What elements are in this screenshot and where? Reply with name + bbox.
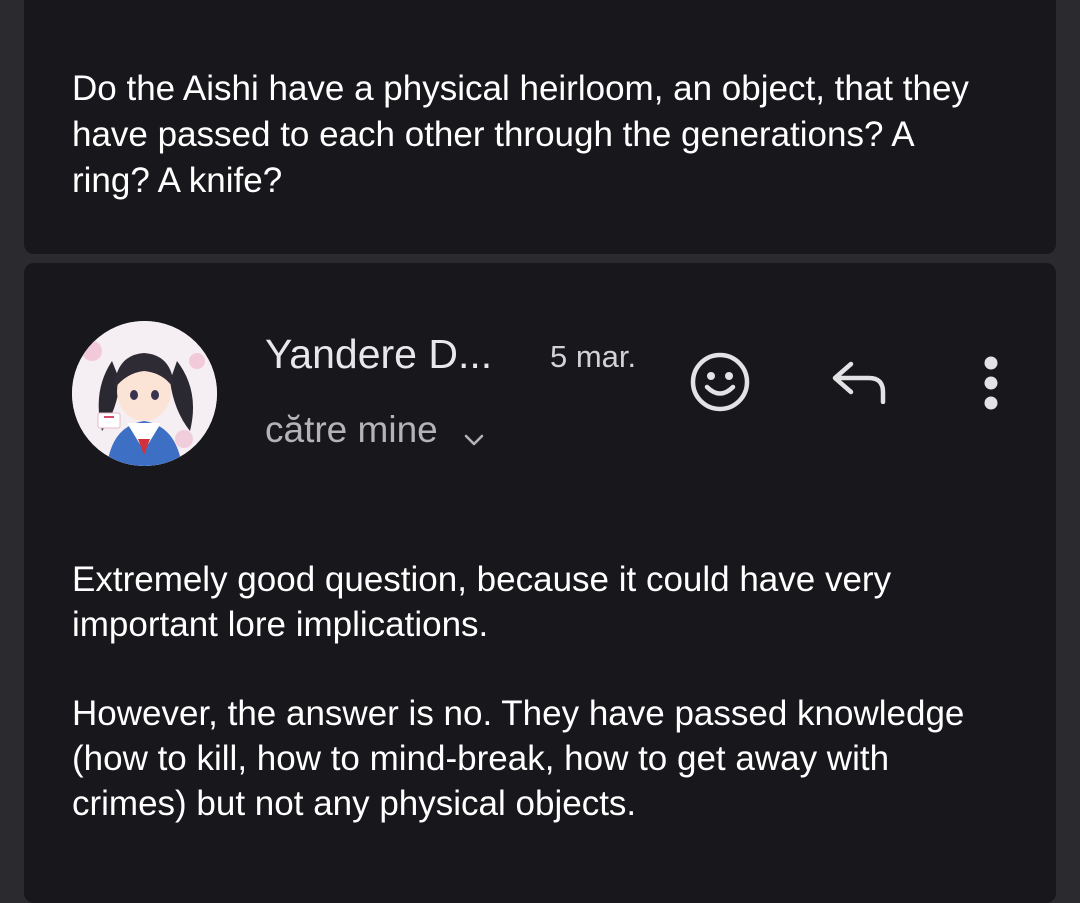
previous-message-card: Do the Aishi have a physical heirloom, a…: [24, 0, 1056, 254]
message-paragraph: Extremely good question, because it coul…: [72, 560, 892, 644]
message-date: 5 mar.: [550, 339, 637, 374]
avatar-image: [72, 321, 217, 466]
message-body: Extremely good question, because it coul…: [72, 557, 996, 870]
reply-message-card: Yandere D... 5 mar. către mine Extremely…: [24, 263, 1056, 903]
recipients-label: către mine: [265, 409, 438, 450]
message-paragraph: However, the answer is no. They have pas…: [72, 694, 965, 823]
sender-name[interactable]: Yandere D...: [265, 329, 492, 379]
chevron-down-icon: [462, 418, 486, 446]
recipients-toggle[interactable]: către mine: [265, 408, 486, 452]
reply-button[interactable]: [830, 357, 890, 407]
more-vert-icon: [984, 356, 998, 410]
previous-message-text: Do the Aishi have a physical heirloom, a…: [72, 69, 979, 200]
reply-icon: [832, 361, 886, 404]
add-reaction-button[interactable]: [685, 347, 755, 417]
more-options-button[interactable]: [976, 351, 1006, 415]
sender-avatar[interactable]: [72, 321, 217, 466]
emoji-smile-icon: [690, 352, 750, 412]
